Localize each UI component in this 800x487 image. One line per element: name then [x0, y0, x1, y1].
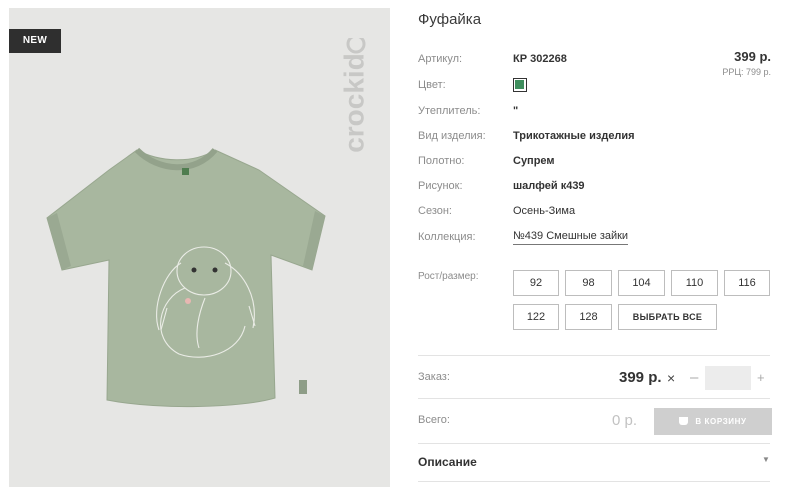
- brand-logo: crockid: [338, 38, 369, 153]
- attribute-label: Цвет:: [418, 79, 446, 91]
- decrease-quantity-button[interactable]: –: [690, 369, 698, 387]
- recommended-retail-price: РРЦ: 799 р.: [722, 67, 771, 77]
- fabric-value: Супрем: [513, 155, 555, 167]
- product-type-value: Трикотажные изделия: [513, 130, 635, 142]
- select-all-sizes-button[interactable]: ВЫБРАТЬ ВСЕ: [618, 304, 717, 330]
- divider: [418, 355, 770, 356]
- attribute-label: Коллекция:: [418, 231, 476, 243]
- size-option-122[interactable]: 122: [513, 304, 559, 330]
- product-image[interactable]: NEW crockid: [9, 8, 390, 487]
- attribute-label: Полотно:: [418, 155, 465, 167]
- add-to-cart-button[interactable]: В КОРЗИНУ: [654, 408, 772, 435]
- price: 399 р.: [734, 49, 771, 64]
- chevron-down-icon[interactable]: ▼: [762, 455, 770, 464]
- size-option-116[interactable]: 116: [724, 270, 770, 296]
- attribute-label: Артикул:: [418, 53, 463, 65]
- season-value: Осень-Зима: [513, 205, 576, 217]
- collection-link[interactable]: №439 Смешные зайки: [513, 229, 629, 245]
- svg-text:crockid: crockid: [338, 53, 369, 153]
- size-option-110[interactable]: 110: [671, 270, 718, 296]
- attribute-label: Рисунок:: [418, 180, 463, 192]
- print-value: шалфей к439: [513, 180, 585, 192]
- add-to-cart-label: В КОРЗИНУ: [695, 417, 747, 426]
- attribute-label: Утеплитель:: [418, 105, 481, 117]
- quantity-input[interactable]: [705, 366, 751, 390]
- divider: [418, 443, 770, 444]
- size-option-128[interactable]: 128: [565, 304, 612, 330]
- increase-quantity-button[interactable]: +: [757, 369, 765, 387]
- size-label: Рост/размер:: [418, 271, 479, 282]
- size-option-98[interactable]: 98: [565, 270, 612, 296]
- tshirt-illustration: [46, 147, 326, 408]
- color-swatch[interactable]: [513, 78, 527, 92]
- size-option-92[interactable]: 92: [513, 270, 559, 296]
- cart-icon: [679, 417, 689, 425]
- attribute-label: Сезон:: [418, 205, 452, 217]
- insulation-value: ": [513, 105, 519, 117]
- size-option-104[interactable]: 104: [618, 270, 665, 296]
- total-label: Всего:: [418, 414, 450, 426]
- divider: [418, 481, 770, 482]
- article-value: КР 302268: [513, 53, 567, 65]
- times-icon: ×: [667, 370, 676, 386]
- new-badge: NEW: [9, 29, 61, 53]
- attribute-row-color: Цвет:: [418, 77, 538, 93]
- divider: [418, 398, 770, 399]
- product-title: Фуфайка: [418, 11, 482, 28]
- attribute-label: Вид изделия:: [418, 130, 486, 142]
- order-price: 399 р.: [619, 369, 662, 386]
- order-label: Заказ:: [418, 371, 450, 383]
- total-value: 0 р.: [612, 412, 638, 429]
- description-toggle[interactable]: Описание: [418, 455, 477, 469]
